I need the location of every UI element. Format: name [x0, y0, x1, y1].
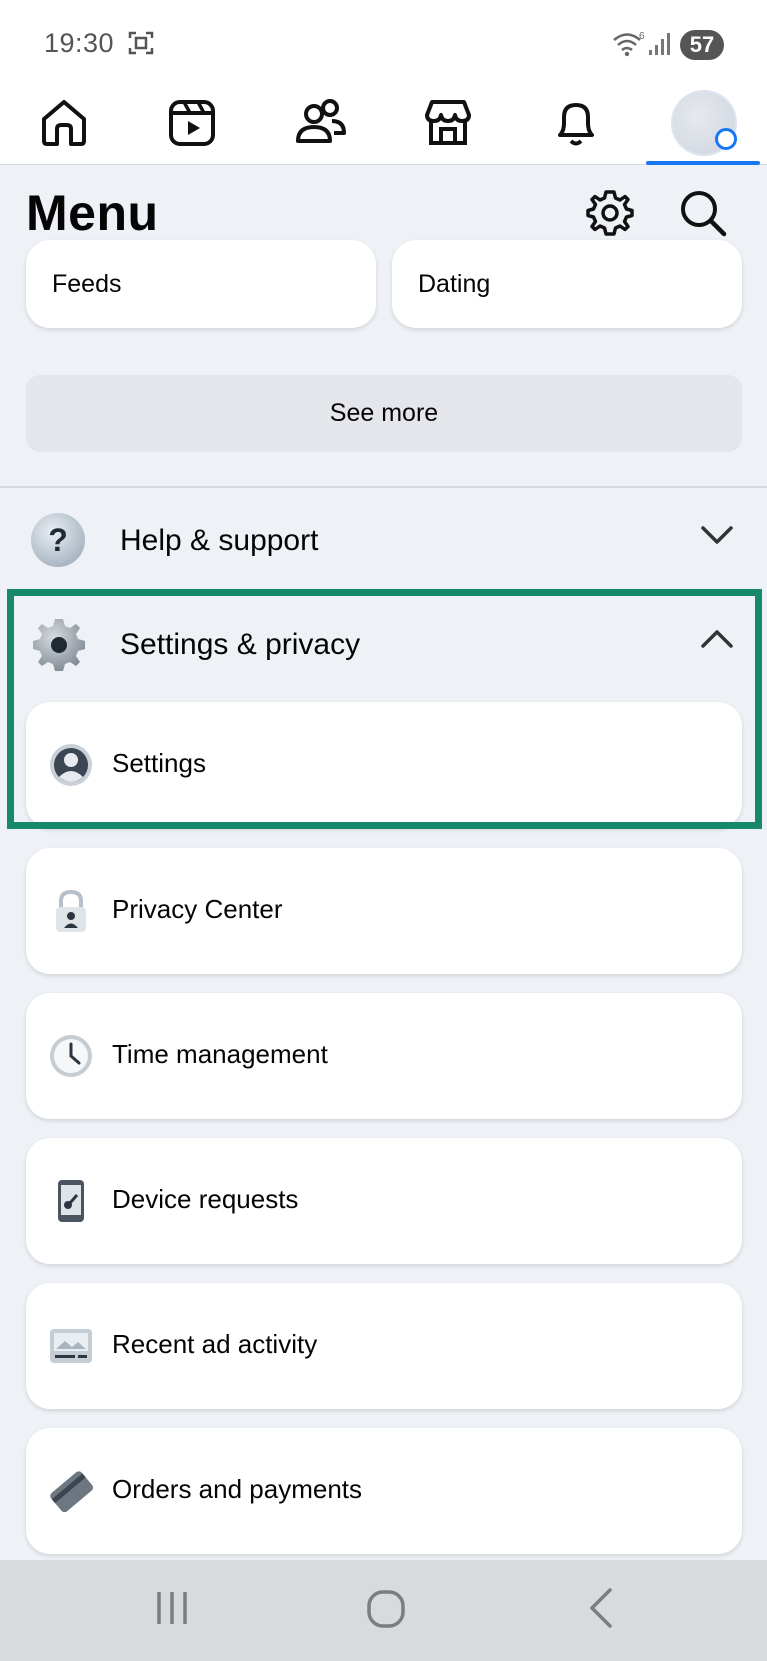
back-button[interactable]: [562, 1580, 642, 1640]
list-item-privacy-center[interactable]: Privacy Center: [26, 848, 742, 974]
friends-icon: [296, 98, 346, 143]
home-icon: [42, 99, 86, 146]
list-item-settings[interactable]: Settings: [26, 702, 742, 828]
help-support-row[interactable]: ? Help & support: [0, 494, 767, 584]
list-item-label: Device requests: [112, 1184, 299, 1214]
battery-indicator: 57: [680, 30, 724, 60]
section-label: Settings & privacy: [120, 628, 361, 661]
gear-icon: [586, 190, 634, 236]
active-tab-indicator: [646, 161, 760, 165]
chevron-up-icon: [700, 628, 734, 655]
shortcut-dating[interactable]: Dating: [392, 240, 742, 328]
search-button[interactable]: [678, 188, 728, 238]
settings-button[interactable]: [585, 188, 635, 238]
list-item-label: Recent ad activity: [112, 1329, 318, 1359]
recent-apps-button[interactable]: [132, 1580, 212, 1640]
divider: [0, 486, 767, 488]
shortcut-label: Dating: [418, 270, 491, 298]
home-system-button[interactable]: [346, 1580, 426, 1640]
nav-video-button[interactable]: [132, 80, 252, 165]
list-item-label: Time management: [112, 1039, 328, 1069]
shortcut-feeds[interactable]: Feeds: [26, 240, 376, 328]
list-item-recent-ad-activity[interactable]: Recent ad activity: [26, 1283, 742, 1409]
screenshot-icon: [128, 30, 154, 61]
search-icon: [681, 191, 727, 237]
list-item-label: Privacy Center: [112, 894, 283, 924]
signal-icon: [648, 32, 674, 61]
question-icon: ?: [30, 512, 86, 573]
video-icon: [169, 99, 215, 146]
top-nav: [0, 80, 767, 165]
person-circle-icon: [48, 742, 94, 788]
svg-text:?: ?: [48, 522, 68, 558]
clock-icon: [48, 1033, 94, 1079]
menu-badge-icon: [715, 127, 737, 150]
lock-icon: [48, 888, 94, 934]
network-type-label: 6: [639, 31, 645, 42]
nav-friends-button[interactable]: [260, 80, 380, 165]
gear-icon: [30, 616, 88, 679]
nav-home-button[interactable]: [4, 80, 124, 165]
avatar: [671, 89, 737, 156]
home-circle-icon: [367, 1590, 405, 1628]
ad-image-icon: [48, 1323, 94, 1369]
status-time: 19:30: [44, 28, 115, 58]
nav-marketplace-button[interactable]: [388, 80, 508, 165]
status-bar: 19:30 6 57: [0, 0, 767, 80]
bell-icon: [558, 102, 594, 145]
marketplace-icon: [425, 99, 471, 145]
list-item-label: Orders and payments: [112, 1474, 363, 1504]
list-item-label: Settings: [112, 748, 206, 778]
list-item-device-requests[interactable]: Device requests: [26, 1138, 742, 1264]
card-icon: [48, 1468, 94, 1514]
shortcut-label: Feeds: [52, 270, 122, 298]
list-item-time-management[interactable]: Time management: [26, 993, 742, 1119]
nav-profile-button[interactable]: [644, 80, 764, 165]
page-title: Menu: [26, 185, 159, 241]
list-item-orders-payments[interactable]: Orders and payments: [26, 1428, 742, 1554]
wifi-icon: 6: [612, 30, 646, 63]
system-nav-bar: [0, 1560, 767, 1661]
settings-privacy-row[interactable]: Settings & privacy: [0, 598, 767, 688]
phone-key-icon: [48, 1178, 94, 1224]
chevron-down-icon: [700, 524, 734, 551]
nav-notifications-button[interactable]: [516, 80, 636, 165]
recent-apps-icon: [157, 1592, 187, 1624]
back-chevron-icon: [590, 1588, 612, 1628]
see-more-button[interactable]: See more: [26, 375, 742, 452]
section-label: Help & support: [120, 524, 319, 557]
